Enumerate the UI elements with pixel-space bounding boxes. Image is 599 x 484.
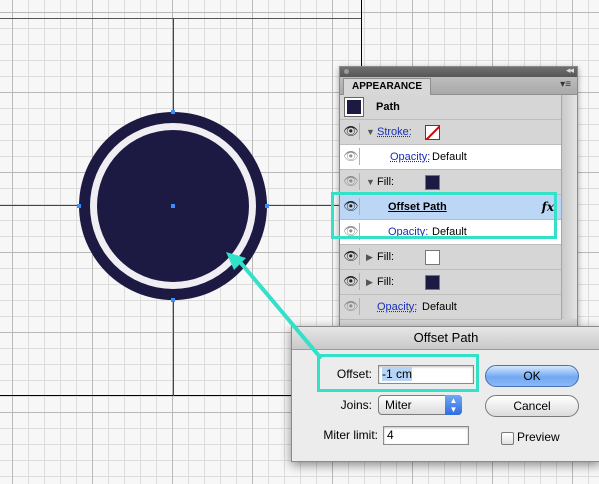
ok-button[interactable]: OK [485, 365, 579, 387]
vertical-guide [173, 18, 174, 396]
stroke-row[interactable]: 👁 ▼ Stroke: [340, 120, 562, 145]
stroke-label[interactable]: Stroke: [377, 120, 412, 144]
visibility-eye-icon[interactable]: 👁 [343, 148, 360, 165]
joins-label: Joins: [340, 398, 372, 412]
preview-checkbox[interactable] [501, 432, 514, 445]
fill-row-2[interactable]: 👁 ▶ Fill: [340, 245, 562, 270]
path-header-row[interactable]: Path [340, 95, 562, 120]
artboard-top-edge [0, 18, 362, 19]
visibility-eye-icon[interactable]: 👁 [343, 298, 360, 315]
path-thumbnail [344, 97, 364, 117]
preview-label[interactable]: Preview [517, 430, 560, 444]
dialog-title[interactable]: Offset Path [292, 327, 599, 350]
miter-limit-label: Miter limit: [323, 428, 378, 442]
select-arrows-icon[interactable]: ▲ ▼ [445, 395, 462, 415]
fill-label: Fill: [377, 251, 395, 263]
fill-navy-swatch[interactable] [425, 175, 440, 190]
visibility-eye-icon[interactable]: 👁 [343, 173, 360, 190]
object-opacity-row[interactable]: 👁 Opacity: Default [340, 295, 562, 320]
panel-tabbar: APPEARANCE ▾≡ [340, 77, 577, 95]
offset-highlight-box [317, 354, 479, 392]
stroke-opacity-value: Default [432, 151, 467, 163]
panel-scrollbar[interactable] [561, 95, 577, 319]
miter-limit-field[interactable]: 4 [383, 426, 469, 445]
visibility-eye-icon[interactable]: 👁 [343, 273, 360, 290]
panel-menu-icon[interactable]: ▾≡ [560, 79, 571, 90]
panel-highlight-box [331, 192, 557, 239]
fill-label: Fill: [377, 276, 395, 288]
stroke-none-swatch[interactable] [425, 125, 440, 140]
collapse-triangle-icon[interactable]: ▶ [366, 245, 373, 269]
joins-value: Miter [385, 398, 412, 412]
expand-triangle-icon[interactable]: ▼ [366, 120, 375, 144]
stroke-opacity-label[interactable]: Opacity: [390, 145, 430, 169]
object-opacity-value: Default [422, 301, 457, 313]
object-opacity-label[interactable]: Opacity: [377, 295, 417, 319]
offset-path-dialog: Offset Path Offset: -1 cm OK Joins: Mite… [291, 326, 599, 462]
tab-appearance[interactable]: APPEARANCE [343, 78, 432, 95]
panel-collapse-icon[interactable]: ◂◂ [566, 65, 574, 76]
collapse-triangle-icon[interactable]: ▶ [366, 270, 373, 294]
joins-select[interactable]: Miter ▲ ▼ [378, 395, 462, 415]
visibility-eye-icon[interactable]: 👁 [343, 123, 360, 140]
visibility-eye-icon[interactable]: 👁 [343, 248, 360, 265]
fill-navy-swatch[interactable] [425, 275, 440, 290]
fill-row-3[interactable]: 👁 ▶ Fill: [340, 270, 562, 295]
fill-white-swatch[interactable] [425, 250, 440, 265]
panel-close-icon[interactable] [344, 69, 349, 74]
expand-triangle-icon[interactable]: ▼ [366, 170, 375, 194]
path-label: Path [376, 101, 400, 113]
panel-titlebar[interactable]: ◂◂ [340, 65, 577, 77]
cancel-button[interactable]: Cancel [485, 395, 579, 417]
fill-label: Fill: [377, 176, 395, 188]
stroke-opacity-row[interactable]: 👁 Opacity: Default [340, 145, 562, 170]
